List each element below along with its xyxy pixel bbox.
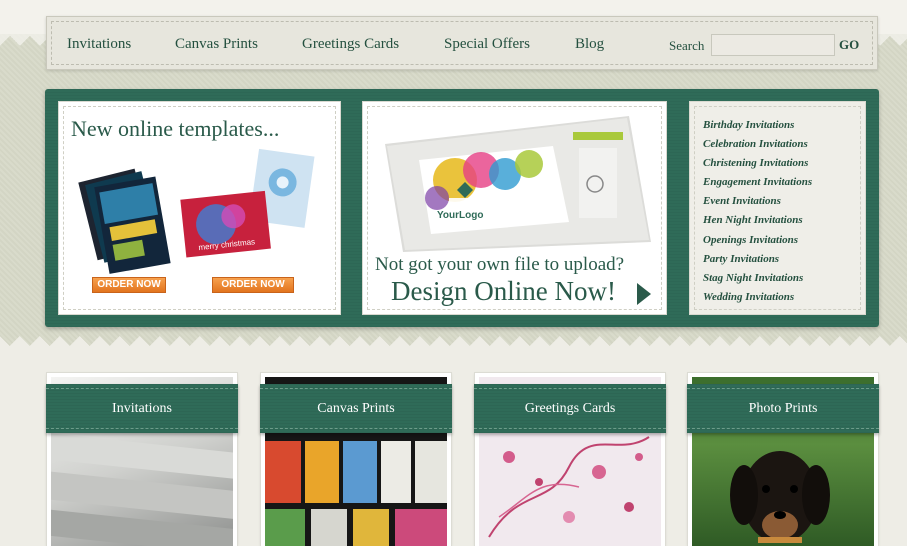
category-link-party[interactable]: Party Invitations <box>703 250 812 269</box>
category-link-birthday[interactable]: Birthday Invitations <box>703 116 812 135</box>
nav-link-invitations[interactable]: Invitations <box>67 36 131 53</box>
tile-title-greetings-cards: Greetings Cards <box>524 401 616 416</box>
tile-title-bar: Greetings Cards <box>474 384 666 433</box>
tile-title-bar: Photo Prints <box>687 384 879 433</box>
templates-promo-card[interactable]: New online templates... merry christmas … <box>59 102 340 314</box>
design-subheading: Not got your own file to upload? <box>375 254 625 275</box>
product-tile-invitations[interactable]: Invitations <box>46 373 238 546</box>
tile-title-photo-prints: Photo Prints <box>748 401 818 416</box>
category-link-christening[interactable]: Christening Invitations <box>703 154 812 173</box>
nav-link-special-offers[interactable]: Special Offers <box>444 36 530 53</box>
search-input[interactable] <box>711 34 835 56</box>
category-link-hen-night[interactable]: Hen Night Invitations <box>703 211 812 230</box>
tile-title-canvas-prints: Canvas Prints <box>317 401 395 416</box>
nav-link-blog[interactable]: Blog <box>575 36 604 53</box>
invitation-categories-card: Birthday Invitations Celebration Invitat… <box>690 102 865 314</box>
main-navigation: Invitations Canvas Prints Greetings Card… <box>46 16 878 70</box>
category-link-engagement[interactable]: Engagement Invitations <box>703 173 812 192</box>
design-online-heading[interactable]: Design Online Now! <box>391 276 616 307</box>
category-link-celebration[interactable]: Celebration Invitations <box>703 135 812 154</box>
nav-link-canvas-prints[interactable]: Canvas Prints <box>175 36 258 53</box>
nav-link-greetings-cards[interactable]: Greetings Cards <box>302 36 399 53</box>
play-arrow-icon[interactable] <box>637 283 651 305</box>
tile-title-bar: Canvas Prints <box>260 384 452 433</box>
category-link-event[interactable]: Event Invitations <box>703 192 812 211</box>
category-link-stag-night[interactable]: Stag Night Invitations <box>703 269 812 288</box>
tile-title-bar: Invitations <box>46 384 238 433</box>
order-now-button-1[interactable]: ORDER NOW <box>92 277 166 293</box>
category-link-wedding[interactable]: Wedding Invitations <box>703 288 812 307</box>
order-now-button-2[interactable]: ORDER NOW <box>212 277 294 293</box>
bottom-zigzag-edge <box>0 336 907 356</box>
invitation-category-list: Birthday Invitations Celebration Invitat… <box>703 116 812 307</box>
design-online-card[interactable]: YourLogo Not got your own file to upload… <box>363 102 666 314</box>
tile-title-invitations: Invitations <box>112 401 172 416</box>
search-label: Search <box>669 38 705 53</box>
product-tile-canvas-prints[interactable]: Canvas Prints <box>260 373 452 546</box>
search-go-button[interactable]: GO <box>839 37 859 53</box>
your-logo-text: YourLogo <box>437 210 483 221</box>
category-link-openings[interactable]: Openings Invitations <box>703 231 812 250</box>
product-tile-photo-prints[interactable]: Photo Prints <box>687 373 879 546</box>
product-tile-greetings-cards[interactable]: Greetings Cards <box>474 373 666 546</box>
